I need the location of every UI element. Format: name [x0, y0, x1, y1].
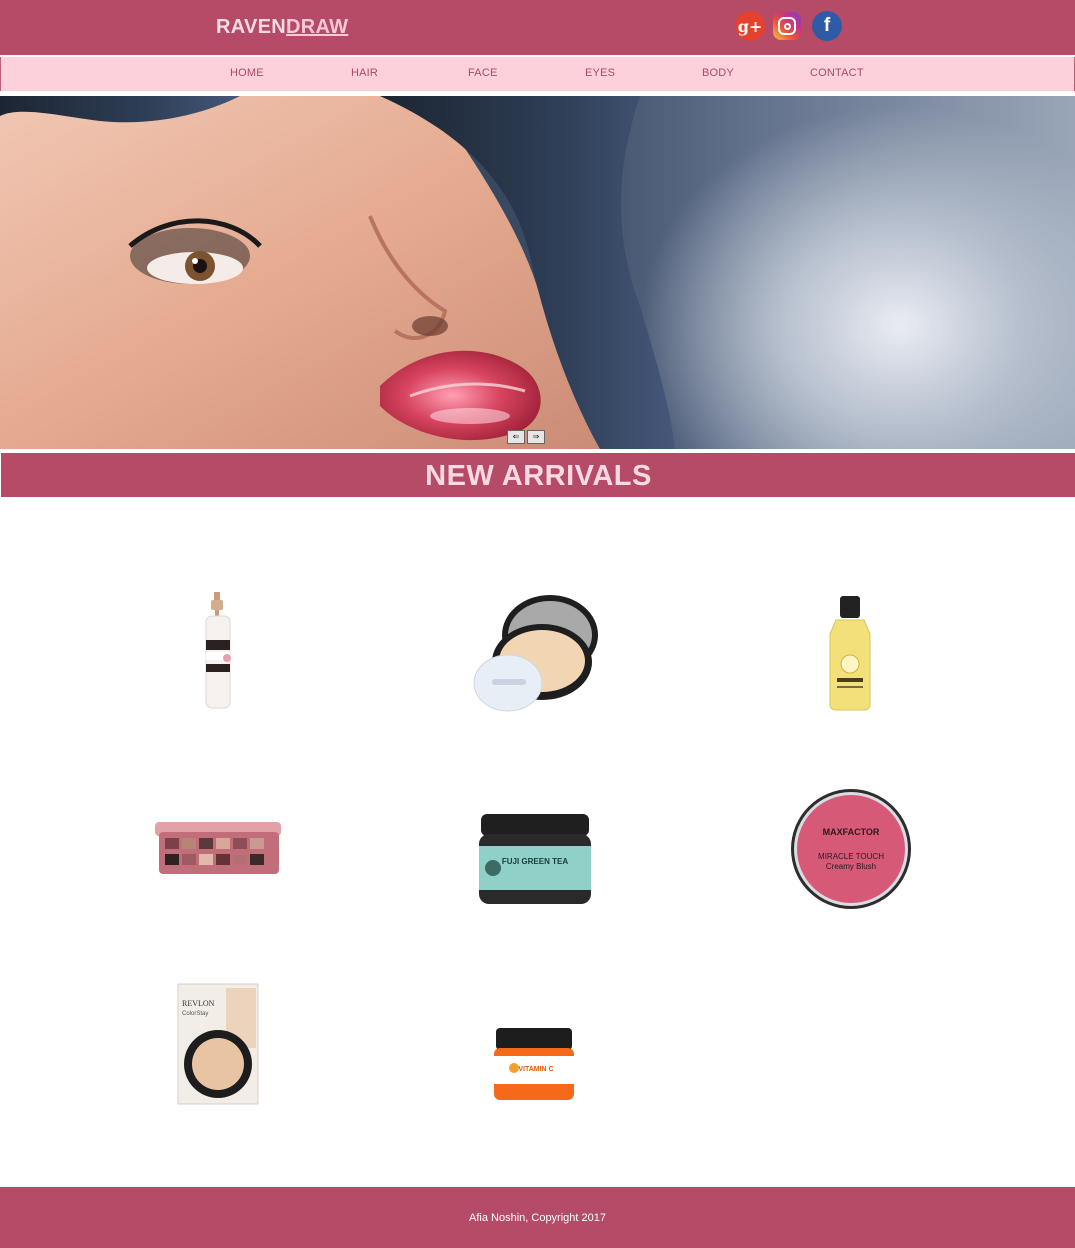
- blush-sub-label: Creamy Blush: [826, 862, 876, 871]
- product-image: VITAMIN C: [494, 1028, 574, 1100]
- product-image: FUJI GREEN TEA: [479, 814, 591, 904]
- blush-brand: MAXFACTOR: [823, 827, 880, 837]
- vitamin-c-label: VITAMIN C: [518, 1066, 553, 1073]
- facebook-icon[interactable]: f: [812, 11, 842, 41]
- footer-copyright: Afia Noshin, Copyright 2017: [469, 1212, 606, 1224]
- nav-eyes[interactable]: EYES: [585, 67, 615, 79]
- slider-controls: ⇐ ⇒: [507, 430, 545, 444]
- nav-hair[interactable]: HAIR: [351, 67, 378, 79]
- product-fuji-green-tea-scrub[interactable]: FUJI GREEN TEA: [477, 812, 593, 917]
- product-image: [829, 596, 871, 711]
- product-fixing-spray[interactable]: [200, 592, 236, 717]
- product-vitamin-c-moisturiser[interactable]: VITAMIN C: [492, 1026, 576, 1111]
- revlon-brand: REVLON: [182, 999, 215, 1008]
- footer: Afia Noshin, Copyright 2017: [0, 1187, 1075, 1248]
- instagram-icon[interactable]: [773, 12, 801, 40]
- hero-slider-image: ⇐ ⇒: [0, 96, 1075, 449]
- revlon-label: ColorStay: [182, 1011, 208, 1017]
- product-maxfactor-blush[interactable]: MAXFACTOR MIRACLE TOUCH Creamy Blush: [789, 787, 913, 916]
- nav-face[interactable]: FACE: [468, 67, 498, 79]
- scrub-label: FUJI GREEN TEA: [502, 857, 568, 866]
- product-pressed-powder-compact[interactable]: [470, 587, 600, 722]
- product-image: [155, 822, 281, 874]
- brand-name-part1: RAVEN: [216, 16, 287, 38]
- section-title: NEW ARRIVALS: [425, 460, 652, 492]
- main-nav: HOME HAIR FACE EYES BODY CONTACT: [0, 57, 1075, 91]
- brand-name-part2: DRAW: [286, 16, 349, 38]
- blush-label: MIRACLE TOUCH: [818, 852, 884, 861]
- slider-next-button[interactable]: ⇒: [527, 430, 545, 444]
- google-plus-icon[interactable]: g+: [735, 11, 765, 41]
- brand-logo[interactable]: RAVENDRAW: [216, 16, 348, 39]
- hero-illustration: [0, 96, 675, 449]
- nav-body[interactable]: BODY: [702, 67, 734, 79]
- section-banner: NEW ARRIVALS: [0, 453, 1075, 497]
- nav-contact[interactable]: CONTACT: [810, 67, 864, 79]
- product-banana-shampoo-bottle[interactable]: [826, 594, 874, 717]
- product-image: [473, 595, 598, 712]
- product-image: [205, 592, 231, 709]
- product-revlon-colorstay-powder[interactable]: REVLON ColorStay: [176, 982, 262, 1113]
- product-image: REVLON ColorStay: [177, 983, 259, 1105]
- nav-home[interactable]: HOME: [230, 67, 264, 79]
- product-eyeshadow-palette[interactable]: [153, 818, 283, 883]
- slider-prev-button[interactable]: ⇐: [507, 430, 525, 444]
- instagram-frame: [778, 17, 796, 35]
- facebook-glyph: f: [823, 15, 831, 36]
- instagram-lens: [783, 22, 791, 30]
- google-plus-glyph: g+: [737, 16, 763, 36]
- product-image: MAXFACTOR MIRACLE TOUCH Creamy Blush: [791, 789, 911, 909]
- header-bar: RAVENDRAW g+ f: [0, 0, 1075, 56]
